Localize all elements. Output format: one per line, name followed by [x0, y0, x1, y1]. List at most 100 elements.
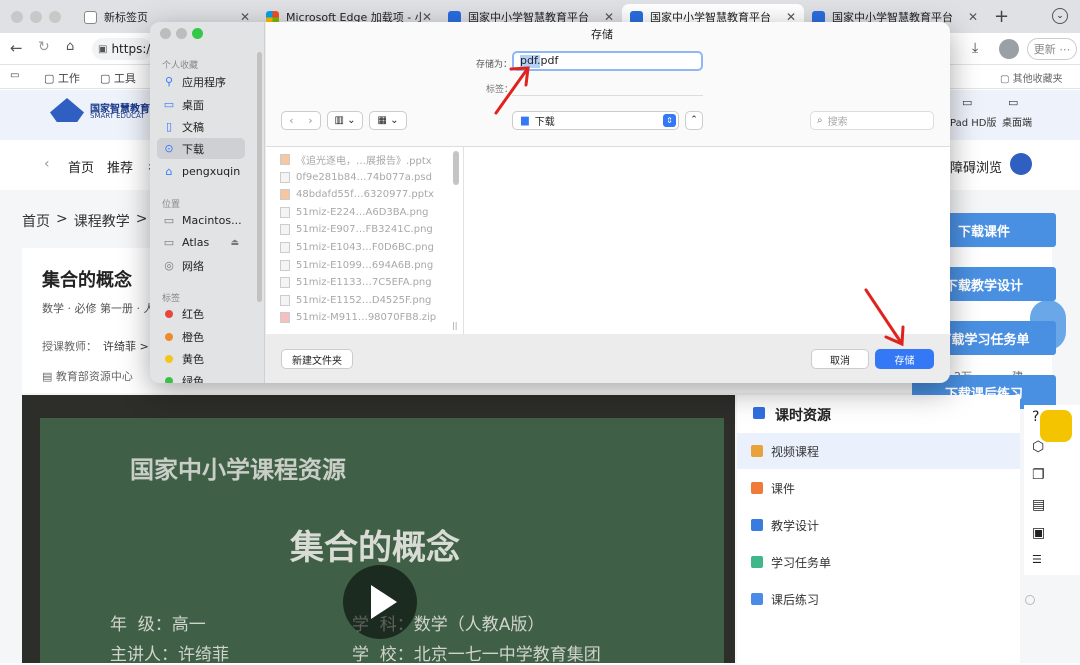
tags-input[interactable]	[512, 80, 703, 96]
help-icon[interactable]: ?	[1032, 409, 1039, 425]
nav-home[interactable]: 首页	[68, 157, 94, 176]
back-forward-control[interactable]: ‹ ›	[281, 111, 321, 130]
design-icon	[751, 519, 763, 531]
file-icon	[280, 189, 290, 200]
file-item[interactable]: 0f9e281b84…74b077a.psd	[280, 169, 432, 186]
window-zoom-button[interactable]	[49, 11, 61, 23]
download-icon[interactable]: ⤓	[972, 40, 978, 56]
tag-dot-icon	[165, 354, 173, 363]
file-item[interactable]: 51miz-E224…A6D3BA.png	[280, 204, 429, 221]
sidebar-tag-red[interactable]: 红色	[157, 303, 245, 324]
url-field[interactable]: ▣ https://	[92, 38, 154, 60]
feedback-icon[interactable]: ▣	[1032, 525, 1045, 541]
file-icon	[280, 277, 290, 288]
dialog-title: 存储	[591, 28, 613, 41]
sidebar-scrollbar[interactable]	[257, 52, 262, 302]
resource-video-course[interactable]: 视频课程	[751, 441, 819, 461]
chevron-right-icon[interactable]: ›	[308, 114, 312, 127]
file-item[interactable]: 51miz-E1133…7C5EFA.png	[280, 274, 432, 291]
breadcrumb-home[interactable]: 首页	[22, 211, 50, 231]
document-icon[interactable]: ▤	[1032, 497, 1045, 513]
desktop-icon[interactable]: ▭	[1008, 96, 1018, 109]
list-icon[interactable]: ☰	[1032, 553, 1042, 566]
sidebar-item-applications[interactable]: ⚲ 应用程序	[157, 71, 245, 92]
source-text: 教育部资源中心	[55, 370, 133, 383]
favorite-folder[interactable]: ▢ 工作	[44, 70, 80, 86]
file-item[interactable]: 51miz-E1152…D4525F.png	[280, 292, 431, 309]
resource-exercise[interactable]: 课后练习	[751, 589, 819, 609]
sidebar-item-network[interactable]: ◎ 网络	[157, 255, 245, 276]
reading-list-icon[interactable]: ▭	[10, 70, 19, 81]
nav-recommend[interactable]: 推荐	[107, 157, 133, 176]
folder-icon: ▢	[44, 72, 58, 85]
search-placeholder: 搜索	[827, 117, 848, 128]
group-view-button[interactable]: ▦ ⌄	[369, 111, 407, 130]
update-button[interactable]: 更新 ⋯	[1027, 38, 1077, 60]
assistant-avatar-icon[interactable]	[1040, 410, 1072, 442]
location-value: 下载	[534, 117, 555, 128]
sidebar-item-atlas[interactable]: ▭ Atlas ⏏	[157, 232, 245, 253]
file-item[interactable]: 《追光逐电，…展报告》.pptx	[280, 151, 432, 168]
sidebar-label: 绿色	[182, 374, 204, 384]
breadcrumb-teaching[interactable]: 课程教学	[74, 211, 130, 231]
desktop-version-link[interactable]: 桌面端	[1002, 114, 1032, 129]
resource-teaching-design[interactable]: 教学设计	[751, 515, 819, 535]
chevron-down-icon[interactable]: ⌄	[1052, 8, 1068, 24]
lock-icon: ▣	[98, 43, 108, 55]
new-tab-button[interactable]: +	[994, 6, 1009, 27]
other-favorites[interactable]: ▢ 其他收藏夹	[1000, 70, 1063, 85]
cancel-button[interactable]: 取消	[811, 349, 869, 369]
file-item[interactable]: 51miz-M911…98070FB8.zip	[280, 309, 436, 326]
tablet-icon[interactable]: ▭	[962, 96, 972, 109]
expand-collapse-button[interactable]: ⌃	[685, 111, 703, 130]
sidebar-label: 红色	[182, 307, 204, 321]
sidebar-tag-orange[interactable]: 橙色	[157, 326, 245, 347]
resource-task-sheet[interactable]: 学习任务单	[751, 552, 831, 572]
eject-icon[interactable]: ⏏	[230, 238, 239, 248]
sidebar-item-downloads[interactable]: ⊙ 下载	[157, 138, 245, 159]
sidebar-item-macintosh[interactable]: ▭ Macintos...	[157, 210, 245, 231]
sidebar-item-home[interactable]: ⌂ pengxuqin	[157, 161, 245, 182]
resource-courseware[interactable]: 课件	[751, 478, 795, 498]
accessibility-link[interactable]: 障碍浏览	[950, 157, 1002, 176]
new-folder-button[interactable]: 新建文件夹	[281, 349, 353, 369]
file-scrollbar[interactable]	[453, 151, 459, 185]
search-field[interactable]: ⌕ 搜索	[810, 111, 934, 130]
sidebar-item-desktop[interactable]: ▭ 桌面	[157, 94, 245, 115]
copy-icon[interactable]: ❐	[1032, 467, 1045, 483]
user-avatar[interactable]	[1010, 153, 1032, 175]
chevron-left-icon[interactable]: ‹	[289, 114, 293, 127]
sidebar-item-documents[interactable]: ▯ 文稿	[157, 116, 245, 137]
sidebar-tag-yellow[interactable]: 黄色	[157, 348, 245, 369]
reload-icon[interactable]: ↻	[38, 39, 50, 55]
teacher-link[interactable]: 许绮菲 >	[103, 338, 149, 354]
sidebar-label: Atlas	[182, 236, 210, 249]
file-item[interactable]: 51miz-E907…FB3241C.png	[280, 221, 433, 238]
back-icon[interactable]: ←	[10, 39, 23, 57]
cube-icon[interactable]: ⬡	[1032, 439, 1044, 455]
sidebar-tag-green[interactable]: 绿色	[157, 370, 245, 383]
window-minimize-button[interactable]	[30, 11, 42, 23]
pad-version-link[interactable]: Pad HD版	[950, 114, 996, 129]
site-logo-icon	[50, 98, 84, 122]
column-resize-handle[interactable]: ||	[452, 321, 457, 330]
close-icon[interactable]: ✕	[968, 10, 978, 24]
window-close-button[interactable]	[11, 11, 23, 23]
teacher-label: 授课教师：	[42, 340, 97, 353]
view-columns-button[interactable]: ▥ ⌄	[327, 111, 363, 130]
file-item[interactable]: 48bdafd55f…6320977.pptx	[280, 186, 434, 203]
file-icon	[280, 224, 290, 235]
home-icon[interactable]: ⌂	[66, 39, 74, 54]
dialog-close-button[interactable]	[160, 28, 171, 39]
avatar[interactable]	[999, 39, 1019, 59]
chevron-left-icon[interactable]: ‹	[44, 156, 50, 172]
lesson-title: 集合的概念	[42, 270, 132, 291]
file-item[interactable]: 51miz-E1043…F0D6BC.png	[280, 239, 434, 256]
dialog-zoom-button[interactable]	[192, 28, 203, 39]
dialog-minimize-button[interactable]	[176, 28, 187, 39]
play-button[interactable]	[343, 565, 417, 639]
file-item[interactable]: 51miz-E1099…694A6B.png	[280, 257, 433, 274]
save-button[interactable]: 存储	[875, 349, 934, 369]
favorite-folder[interactable]: ▢ 工具	[100, 70, 136, 86]
location-select[interactable]: ▆ 下载 ⇕	[512, 111, 679, 130]
